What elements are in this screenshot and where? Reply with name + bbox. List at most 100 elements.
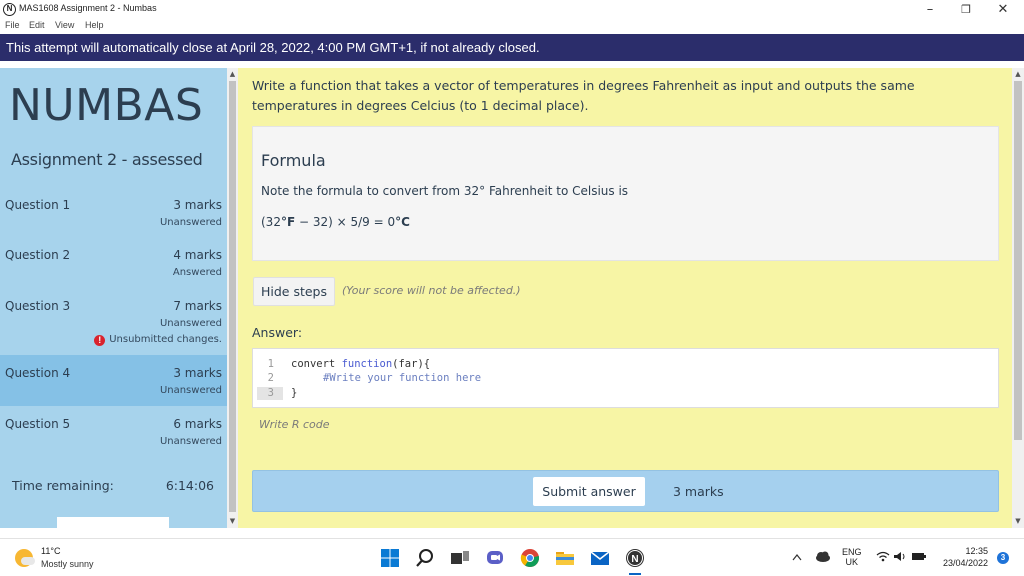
- question-status: Unanswered: [159, 318, 222, 329]
- question-marks: 3 marks: [173, 366, 222, 380]
- content-scrollbar[interactable]: ▲ ▼: [1012, 68, 1024, 528]
- question-marks: 7 marks: [173, 299, 222, 313]
- question-status: Unanswered: [159, 385, 222, 396]
- weather-description[interactable]: Mostly sunny: [41, 559, 94, 569]
- minimize-button[interactable]: –: [915, 1, 945, 18]
- question-status: Unanswered: [159, 436, 222, 447]
- formula-part: (32: [261, 215, 281, 229]
- search-icon[interactable]: [415, 548, 435, 568]
- question-marks: 6 marks: [173, 417, 222, 431]
- question-status: Unanswered: [159, 217, 222, 228]
- close-notice-banner: This attempt will automatically close at…: [0, 34, 1024, 61]
- file-explorer-icon[interactable]: [555, 548, 575, 568]
- taskbar: 11°C Mostly sunny N ENG UK 12:35 23/04/2…: [0, 538, 1024, 576]
- steps-text: Note the formula to convert from 32° Fah…: [261, 184, 629, 198]
- hide-steps-button[interactable]: Hide steps: [253, 277, 335, 306]
- unsubmitted-warning: ! Unsubmitted changes.: [94, 334, 222, 346]
- sidebar-end-button[interactable]: [57, 517, 169, 528]
- sidebar: NUMBAS Assignment 2 - assessed Question …: [0, 68, 227, 528]
- numbas-app-icon[interactable]: N: [625, 548, 645, 568]
- code-keyword: function: [341, 358, 393, 370]
- scroll-up-icon[interactable]: ▲: [227, 70, 238, 78]
- question-score: 3 marks: [673, 484, 724, 499]
- onedrive-cloud-icon[interactable]: [815, 551, 831, 562]
- question-marks: 4 marks: [173, 248, 222, 262]
- time-remaining-value: 6:14:06: [165, 478, 214, 493]
- time-remaining-label: Time remaining:: [12, 478, 114, 493]
- weather-icon[interactable]: [15, 549, 35, 567]
- code-line[interactable]: }: [291, 387, 297, 399]
- question-name: Question 5: [5, 417, 71, 431]
- formula-unit-fahrenheit: °F: [280, 215, 296, 229]
- keyboard-layout: UK: [845, 557, 859, 567]
- menu-bar: File Edit View Help: [0, 19, 1024, 34]
- chevron-up-icon[interactable]: [792, 553, 802, 561]
- window-title: MAS1608 Assignment 2 - Numbas: [19, 3, 157, 13]
- mail-icon[interactable]: [590, 548, 610, 568]
- menu-file[interactable]: File: [5, 20, 20, 30]
- clock[interactable]: 12:35 23/04/2022: [940, 546, 990, 568]
- steps-heading: Formula: [261, 151, 326, 170]
- scroll-down-icon[interactable]: ▼: [1012, 517, 1024, 525]
- task-view-icon[interactable]: [450, 548, 470, 568]
- windows-start-icon[interactable]: [380, 548, 400, 568]
- chrome-icon[interactable]: [520, 548, 540, 568]
- teams-chat-icon[interactable]: [485, 548, 505, 568]
- window-title-bar: N MAS1608 Assignment 2 - Numbas – ❐ ✕: [0, 0, 1024, 19]
- scroll-down-icon[interactable]: ▼: [227, 517, 238, 525]
- code-line[interactable]: #Write your function here: [323, 372, 481, 384]
- question-name: Question 4: [5, 366, 71, 380]
- sidebar-scrollbar[interactable]: ▲ ▼: [227, 68, 238, 528]
- sidebar-item-question-5[interactable]: Question 5 6 marks Unanswered: [0, 410, 227, 456]
- close-button[interactable]: ✕: [988, 1, 1018, 18]
- language-indicator[interactable]: ENG UK: [842, 547, 862, 567]
- formula-part: − 32) × 5/9 = 0: [295, 215, 396, 229]
- submit-answer-button[interactable]: Submit answer: [533, 477, 645, 506]
- language-code: ENG: [842, 547, 862, 557]
- sidebar-item-question-2[interactable]: Question 2 4 marks Answered: [0, 240, 227, 286]
- content-scroll-thumb[interactable]: [1014, 81, 1022, 440]
- line-number: 1: [267, 358, 274, 370]
- wifi-icon[interactable]: [876, 551, 890, 562]
- banner-spacer: [0, 61, 1024, 68]
- code-token: (far){: [392, 358, 431, 370]
- hide-steps-note: (Your score will not be affected.): [342, 284, 521, 297]
- weather-temperature[interactable]: 11°C: [41, 546, 60, 556]
- sidebar-item-question-4[interactable]: Question 4 3 marks Unanswered: [0, 355, 227, 406]
- line-number: 2: [267, 372, 274, 384]
- editor-hint: Write R code: [259, 418, 330, 431]
- code-token: }: [291, 387, 298, 399]
- battery-icon[interactable]: [911, 551, 927, 562]
- code-line[interactable]: convert function(far){: [291, 358, 430, 370]
- notification-badge[interactable]: 3: [997, 552, 1009, 564]
- warning-icon: !: [94, 335, 106, 346]
- steps-formula: (32°F − 32) × 5/9 = 0°C: [261, 215, 410, 229]
- steps-panel: Formula Note the formula to convert from…: [252, 126, 999, 261]
- clock-date: 23/04/2022: [942, 558, 988, 568]
- scroll-up-icon[interactable]: ▲: [1012, 70, 1024, 78]
- question-marks: 3 marks: [173, 198, 222, 212]
- numbas-logo-icon: N: [3, 3, 16, 16]
- clock-time: 12:35: [965, 546, 988, 556]
- submit-panel: Submit answer 3 marks: [252, 470, 999, 512]
- sidebar-item-question-1[interactable]: Question 1 3 marks Unanswered: [0, 190, 227, 236]
- answer-label: Answer:: [252, 325, 303, 340]
- assignment-title: Assignment 2 - assessed: [11, 150, 203, 169]
- menu-view[interactable]: View: [55, 20, 74, 30]
- menu-help[interactable]: Help: [85, 20, 104, 30]
- code-token: convert: [291, 358, 342, 370]
- question-content: Write a function that takes a vector of …: [238, 68, 1012, 528]
- code-editor[interactable]: 1 2 3 convert function(far){ #Write your…: [252, 348, 999, 408]
- formula-unit-celsius: °C: [395, 215, 410, 229]
- sidebar-item-question-3[interactable]: Question 3 7 marks Unanswered ! Unsubmitt…: [0, 290, 227, 352]
- question-prompt: Write a function that takes a vector of …: [252, 78, 915, 113]
- numbas-brand: NUMBAS: [9, 80, 204, 131]
- svg-text:N: N: [631, 554, 638, 565]
- question-name: Question 2: [5, 248, 71, 262]
- menu-edit[interactable]: Edit: [29, 20, 45, 30]
- speaker-icon[interactable]: [893, 551, 907, 562]
- code-comment: #Write your function here: [323, 372, 482, 384]
- sidebar-scroll-thumb[interactable]: [229, 81, 236, 512]
- question-status: Answered: [172, 267, 222, 278]
- maximize-button[interactable]: ❐: [951, 1, 981, 18]
